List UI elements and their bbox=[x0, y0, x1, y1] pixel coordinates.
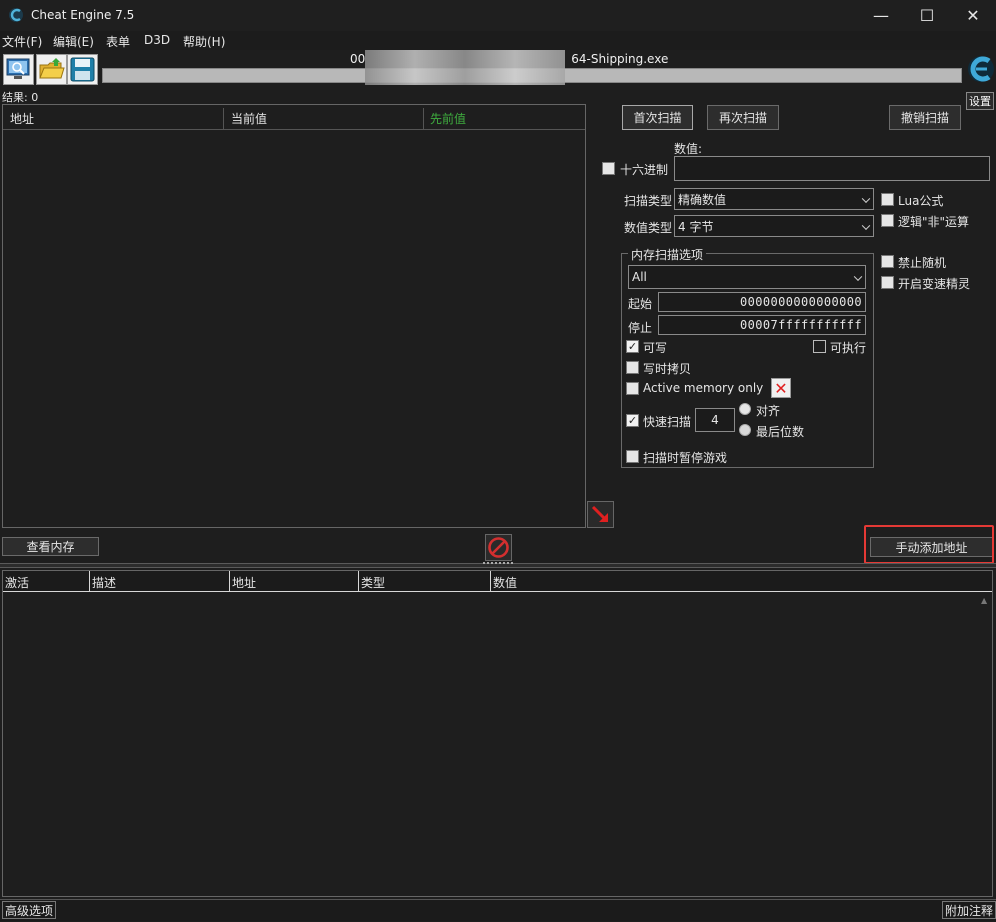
active-memory-checkbox[interactable] bbox=[626, 382, 639, 395]
stop-scan-button[interactable] bbox=[485, 534, 512, 561]
memory-region-select[interactable]: All bbox=[628, 265, 866, 289]
column-address[interactable]: 地址 bbox=[232, 574, 256, 591]
value-label: 数值: bbox=[674, 142, 703, 156]
speedhack-label: 开启变速精灵 bbox=[898, 277, 971, 291]
open-process-button[interactable] bbox=[3, 54, 34, 85]
speedhack-checkbox[interactable] bbox=[881, 276, 894, 289]
column-description[interactable]: 描述 bbox=[92, 574, 116, 591]
active-memory-label: Active memory only bbox=[643, 381, 764, 395]
column-value[interactable]: 数值 bbox=[493, 574, 517, 591]
column-divider[interactable] bbox=[423, 108, 424, 130]
hex-checkbox[interactable] bbox=[602, 162, 615, 175]
save-button[interactable] bbox=[67, 54, 98, 85]
close-button[interactable]: ✕ bbox=[950, 0, 996, 31]
menu-d3d[interactable]: D3D bbox=[144, 33, 170, 47]
maximize-button[interactable]: ☐ bbox=[904, 0, 950, 31]
monitor-search-icon bbox=[6, 58, 30, 79]
column-address[interactable]: 地址 bbox=[10, 110, 34, 127]
undo-scan-button[interactable]: 撤销扫描 bbox=[889, 105, 961, 130]
results-header bbox=[3, 105, 585, 130]
fast-scan-input[interactable]: 4 bbox=[695, 408, 735, 432]
value-type-value: 4 字节 bbox=[678, 219, 714, 234]
chevron-down-icon bbox=[853, 272, 863, 281]
menu-file[interactable]: 文件(F) bbox=[2, 33, 42, 50]
column-active[interactable]: 激活 bbox=[5, 574, 29, 591]
copy-on-write-checkbox[interactable] bbox=[626, 361, 639, 374]
advanced-options-button[interactable]: 高级选项 bbox=[2, 901, 57, 919]
copy-on-write-label: 写时拷贝 bbox=[643, 362, 692, 376]
menu-help[interactable]: 帮助(H) bbox=[183, 33, 225, 50]
floppy-disk-icon bbox=[70, 57, 95, 82]
not-logic-label: 逻辑"非"运算 bbox=[898, 215, 970, 229]
window-title: Cheat Engine 7.5 bbox=[31, 8, 135, 22]
writable-checkbox[interactable]: ✓ bbox=[626, 340, 639, 353]
redacted-region bbox=[365, 50, 565, 85]
start-address-input[interactable]: 0000000000000000 bbox=[658, 292, 866, 312]
address-list[interactable] bbox=[2, 570, 993, 897]
alignment-radio[interactable] bbox=[739, 403, 751, 415]
arrow-down-right-icon bbox=[591, 505, 608, 522]
view-memory-button[interactable]: 查看内存 bbox=[2, 537, 99, 556]
value-type-label: 数值类型 bbox=[624, 221, 673, 235]
chevron-down-icon bbox=[861, 221, 871, 230]
first-scan-button[interactable]: 首次扫描 bbox=[622, 105, 693, 130]
fast-scan-label: 快速扫描 bbox=[643, 415, 692, 429]
clear-x-icon[interactable]: ✕ bbox=[771, 378, 791, 398]
chevron-down-icon bbox=[861, 194, 871, 203]
stop-address-input[interactable]: 00007fffffffffff bbox=[658, 315, 866, 335]
disable-random-label: 禁止随机 bbox=[898, 256, 947, 270]
menu-edit[interactable]: 编辑(E) bbox=[53, 33, 94, 50]
scan-type-value: 精确数值 bbox=[678, 192, 727, 207]
column-type[interactable]: 类型 bbox=[361, 574, 385, 591]
executable-checkbox[interactable] bbox=[813, 340, 826, 353]
open-file-button[interactable] bbox=[36, 54, 67, 85]
scan-results-list[interactable] bbox=[2, 104, 586, 528]
results-count: 结果: 0 bbox=[2, 91, 39, 104]
add-to-list-button[interactable] bbox=[587, 501, 614, 528]
lua-formula-checkbox[interactable] bbox=[881, 193, 894, 206]
column-divider[interactable] bbox=[223, 108, 224, 130]
last-digits-radio[interactable] bbox=[739, 424, 751, 436]
disable-random-checkbox[interactable] bbox=[881, 255, 894, 268]
column-divider[interactable] bbox=[229, 571, 230, 592]
folder-open-icon bbox=[39, 58, 65, 79]
start-address-label: 起始 bbox=[628, 297, 653, 311]
column-divider[interactable] bbox=[358, 571, 359, 592]
cheat-engine-logo-icon bbox=[968, 56, 994, 82]
last-digits-label: 最后位数 bbox=[756, 425, 805, 439]
status-bar bbox=[0, 899, 996, 921]
title-bar bbox=[0, 0, 996, 31]
value-type-select[interactable]: 4 字节 bbox=[674, 215, 874, 237]
stop-address-label: 停止 bbox=[628, 321, 653, 335]
scroll-up-icon[interactable]: ▲ bbox=[981, 596, 987, 605]
executable-label: 可执行 bbox=[830, 341, 867, 355]
menu-table[interactable]: 表单 bbox=[106, 33, 130, 50]
writable-label: 可写 bbox=[643, 341, 668, 355]
splitter-grip[interactable] bbox=[483, 562, 513, 564]
no-entry-icon bbox=[488, 537, 509, 558]
scan-type-select[interactable]: 精确数值 bbox=[674, 188, 874, 210]
not-logic-checkbox[interactable] bbox=[881, 214, 894, 227]
pause-game-checkbox[interactable] bbox=[626, 450, 639, 463]
settings-button[interactable]: 设置 bbox=[966, 92, 994, 110]
alignment-label: 对齐 bbox=[756, 404, 781, 418]
table-extras-button[interactable]: 附加注释 bbox=[942, 901, 996, 919]
memory-region-value: All bbox=[632, 270, 647, 284]
cheat-engine-logo-icon bbox=[9, 8, 23, 22]
lua-formula-label: Lua公式 bbox=[898, 194, 944, 208]
column-divider[interactable] bbox=[89, 571, 90, 592]
pause-game-label: 扫描时暂停游戏 bbox=[643, 451, 728, 465]
minimize-button[interactable]: — bbox=[858, 0, 904, 31]
column-current-value[interactable]: 当前值 bbox=[231, 110, 267, 127]
fast-scan-checkbox[interactable]: ✓ bbox=[626, 414, 639, 427]
highlight-box bbox=[864, 525, 994, 564]
column-previous-value[interactable]: 先前值 bbox=[430, 110, 466, 127]
scan-type-label: 扫描类型 bbox=[624, 194, 673, 208]
column-divider[interactable] bbox=[490, 571, 491, 592]
hex-label: 十六进制 bbox=[620, 163, 669, 177]
value-input[interactable] bbox=[674, 156, 990, 181]
memory-scan-options-title: 内存扫描选项 bbox=[628, 246, 707, 263]
next-scan-button[interactable]: 再次扫描 bbox=[707, 105, 779, 130]
